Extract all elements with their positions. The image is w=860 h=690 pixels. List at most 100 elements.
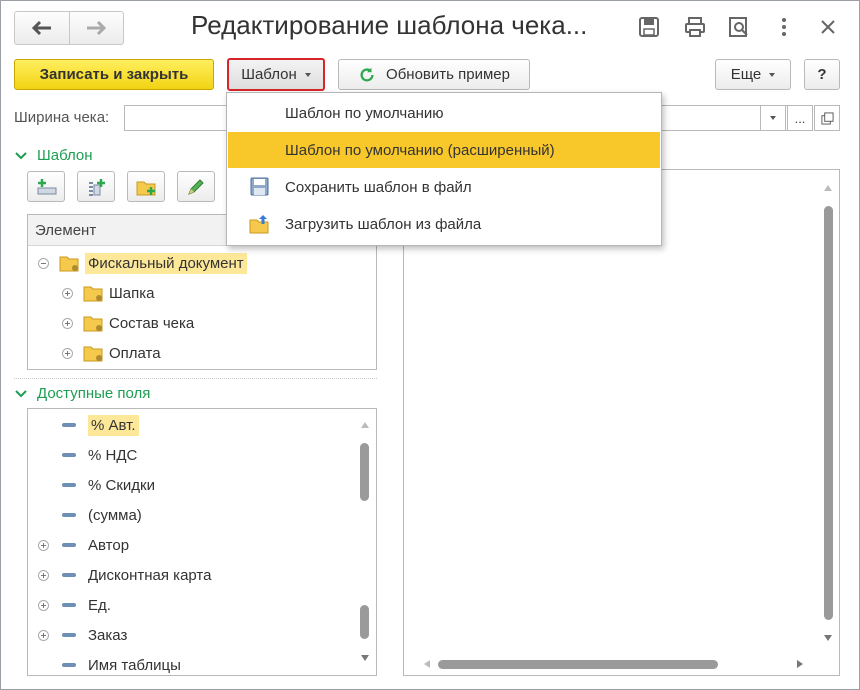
- scroll-right-icon[interactable]: [797, 660, 803, 668]
- list-item[interactable]: Имя таблицы: [62, 650, 181, 675]
- list-item[interactable]: % Авт.: [62, 410, 139, 440]
- refresh-button-label: Обновить пример: [386, 66, 510, 83]
- floppy-disk-icon: [639, 17, 659, 37]
- arrow-right-icon: [87, 20, 107, 36]
- add-element-button[interactable]: [27, 171, 65, 202]
- arrow-left-icon: [31, 20, 51, 36]
- tree-row[interactable]: Оплата: [62, 338, 161, 368]
- menu-item-load-from-file[interactable]: Загрузить шаблон из файла: [228, 206, 660, 242]
- tree-item-label: Шапка: [109, 284, 155, 302]
- width-field-label: Ширина чека:: [14, 109, 110, 126]
- expand-icon[interactable]: [62, 287, 73, 299]
- pencil-icon: [188, 178, 204, 195]
- refresh-example-button[interactable]: Обновить пример: [338, 59, 530, 90]
- field-label: Заказ: [88, 626, 128, 644]
- collapse-icon[interactable]: [38, 257, 49, 269]
- menu-item-extended-template[interactable]: Шаблон по умолчанию (расширенный): [228, 132, 660, 168]
- field-label: (сумма): [88, 506, 142, 524]
- field-icon: [62, 633, 76, 637]
- field-label: Ед.: [88, 596, 111, 614]
- list-item[interactable]: Ед.: [38, 590, 111, 620]
- save-disk-icon: [250, 177, 269, 196]
- edit-element-button[interactable]: [177, 171, 215, 202]
- expand-icon[interactable]: [38, 539, 49, 551]
- expand-icon[interactable]: [62, 347, 73, 359]
- expand-icon[interactable]: [38, 629, 49, 641]
- group-divider: [14, 378, 377, 379]
- fields-scrollbar[interactable]: [358, 409, 370, 675]
- scroll-thumb[interactable]: [360, 443, 369, 501]
- scroll-up-icon[interactable]: [361, 422, 369, 428]
- scroll-left-icon[interactable]: [424, 660, 430, 668]
- preview-button[interactable]: [727, 15, 751, 39]
- save-header-button[interactable]: [637, 15, 661, 39]
- save-and-close-button[interactable]: Записать и закрыть: [14, 59, 214, 90]
- preview-vscroll-thumb[interactable]: [824, 206, 833, 620]
- folder-icon: [83, 346, 103, 361]
- tree-item-label: Оплата: [109, 344, 161, 362]
- list-item[interactable]: Дисконтная карта: [38, 560, 211, 590]
- list-item[interactable]: % Скидки: [62, 470, 155, 500]
- field-label: % Скидки: [88, 476, 155, 494]
- width-dropdown-button[interactable]: [760, 105, 786, 131]
- print-button[interactable]: [683, 15, 707, 39]
- tree-row[interactable]: Фискальный документ: [38, 248, 247, 278]
- scroll-down-icon[interactable]: [361, 655, 369, 661]
- window-title: Редактирование шаблона чека...: [191, 10, 588, 40]
- help-button[interactable]: ?: [804, 59, 840, 90]
- menu-item-label: Загрузить шаблон из файла: [285, 215, 482, 233]
- field-icon: [62, 453, 76, 457]
- close-button[interactable]: [816, 15, 840, 39]
- field-icon: [62, 663, 76, 667]
- list-item[interactable]: Автор: [38, 530, 129, 560]
- close-icon: [821, 20, 835, 34]
- tree-row[interactable]: Шапка: [62, 278, 154, 308]
- dialog-window: Редактирование шаблона чека... Записать …: [0, 0, 860, 690]
- refresh-icon: [360, 67, 374, 81]
- available-fields-list: % Авт. % НДС % Скидки (сумма) Автор Диск…: [27, 408, 377, 676]
- width-select-button[interactable]: ...: [787, 105, 813, 131]
- field-label: Дисконтная карта: [88, 566, 212, 584]
- tree-row[interactable]: Состав чека: [62, 308, 194, 338]
- field-label: % НДС: [88, 446, 138, 464]
- folder-upload-icon: [249, 215, 269, 234]
- tree-item-label: Состав чека: [109, 314, 195, 332]
- width-open-button[interactable]: [814, 105, 840, 131]
- template-dropdown-menu: Шаблон по умолчанию Шаблон по умолчанию …: [226, 92, 662, 246]
- menu-item-default-template[interactable]: Шаблон по умолчанию: [228, 95, 660, 131]
- preview-hscroll-thumb[interactable]: [438, 660, 718, 669]
- list-item[interactable]: Заказ: [38, 620, 127, 650]
- field-icon: [62, 513, 76, 517]
- folder-icon: [83, 286, 103, 301]
- expand-icon[interactable]: [62, 317, 73, 329]
- chevron-down-icon: [770, 116, 776, 120]
- tree-item-label: Фискальный документ: [85, 252, 247, 274]
- chevron-down-icon: [304, 72, 311, 77]
- add-group-button[interactable]: [127, 171, 165, 202]
- add-child-element-button[interactable]: [77, 171, 115, 202]
- expand-icon[interactable]: [38, 599, 49, 611]
- scroll-thumb-lower[interactable]: [360, 605, 369, 639]
- more-button-label: Еще: [730, 66, 762, 83]
- field-icon: [62, 573, 76, 577]
- menu-item-save-to-file[interactable]: Сохранить шаблон в файл: [228, 169, 660, 205]
- expand-icon[interactable]: [38, 569, 49, 581]
- scroll-down-icon[interactable]: [824, 635, 832, 641]
- list-item[interactable]: (сумма): [62, 500, 142, 530]
- vertical-dots-icon: [782, 18, 786, 36]
- back-button[interactable]: [15, 12, 69, 44]
- template-menu-button[interactable]: Шаблон: [227, 58, 325, 91]
- template-group-title: Шаблон: [37, 147, 93, 164]
- more-options-button[interactable]: [772, 15, 796, 39]
- template-group-header[interactable]: Шаблон: [15, 147, 93, 164]
- list-item[interactable]: % НДС: [62, 440, 137, 470]
- forward-button[interactable]: [68, 12, 123, 44]
- fields-group-header[interactable]: Доступные поля: [15, 385, 150, 402]
- add-row-icon: [37, 178, 57, 194]
- chevron-down-icon: [15, 151, 27, 159]
- scroll-up-icon[interactable]: [824, 185, 832, 191]
- field-icon: [62, 543, 76, 547]
- more-button[interactable]: Еще: [715, 59, 791, 90]
- add-folder-icon: [136, 181, 156, 195]
- chevron-down-icon: [15, 389, 27, 397]
